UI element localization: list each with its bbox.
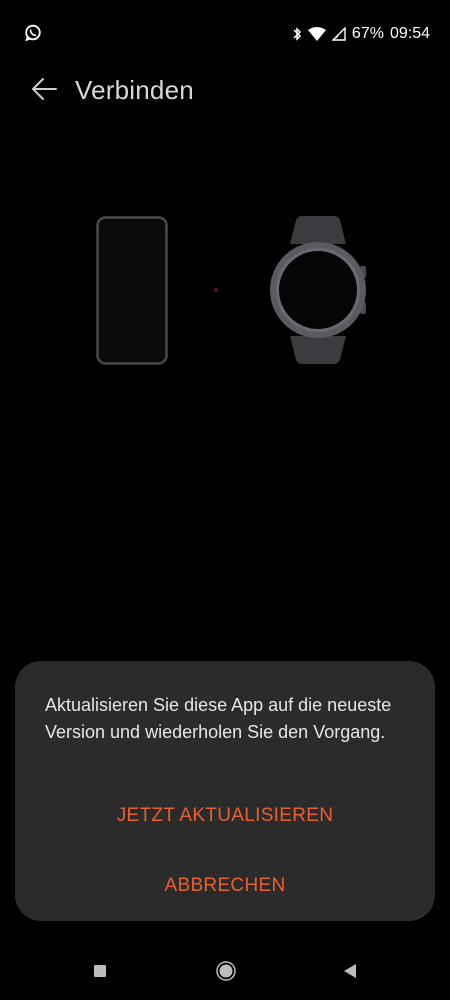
- connection-dot: [214, 288, 218, 292]
- app-header: Verbinden: [0, 60, 450, 122]
- update-now-button[interactable]: JETZT AKTUALISIEREN: [35, 791, 415, 841]
- home-button[interactable]: [212, 959, 240, 987]
- system-nav-bar: [0, 945, 450, 1000]
- smartwatch-icon: [268, 214, 370, 371]
- whatsapp-icon: [24, 24, 42, 42]
- arrow-left-icon: [30, 77, 58, 106]
- recent-apps-icon: [93, 964, 107, 983]
- phone-icon: [96, 216, 168, 371]
- back-triangle-icon: [342, 963, 358, 984]
- bluetooth-icon: [292, 26, 302, 42]
- update-dialog: Aktualisieren Sie diese App auf die neue…: [15, 661, 435, 921]
- status-time: 09:54: [389, 25, 430, 42]
- nav-back-button[interactable]: [336, 959, 364, 987]
- page-title: Verbinden: [75, 75, 194, 105]
- battery-percent: 67%: [351, 25, 384, 42]
- recent-apps-button[interactable]: [86, 959, 114, 987]
- status-bar: 67% 09:54: [0, 0, 450, 68]
- signal-icon: [331, 27, 346, 41]
- home-icon: [215, 960, 237, 987]
- dialog-message: Aktualisieren Sie diese App auf die neue…: [45, 695, 392, 742]
- wifi-icon: [307, 27, 326, 41]
- devices-illustration: [0, 200, 450, 380]
- status-icons: 67% 09:54: [292, 22, 430, 46]
- cancel-button[interactable]: ABBRECHEN: [35, 861, 415, 911]
- back-button[interactable]: [22, 72, 66, 110]
